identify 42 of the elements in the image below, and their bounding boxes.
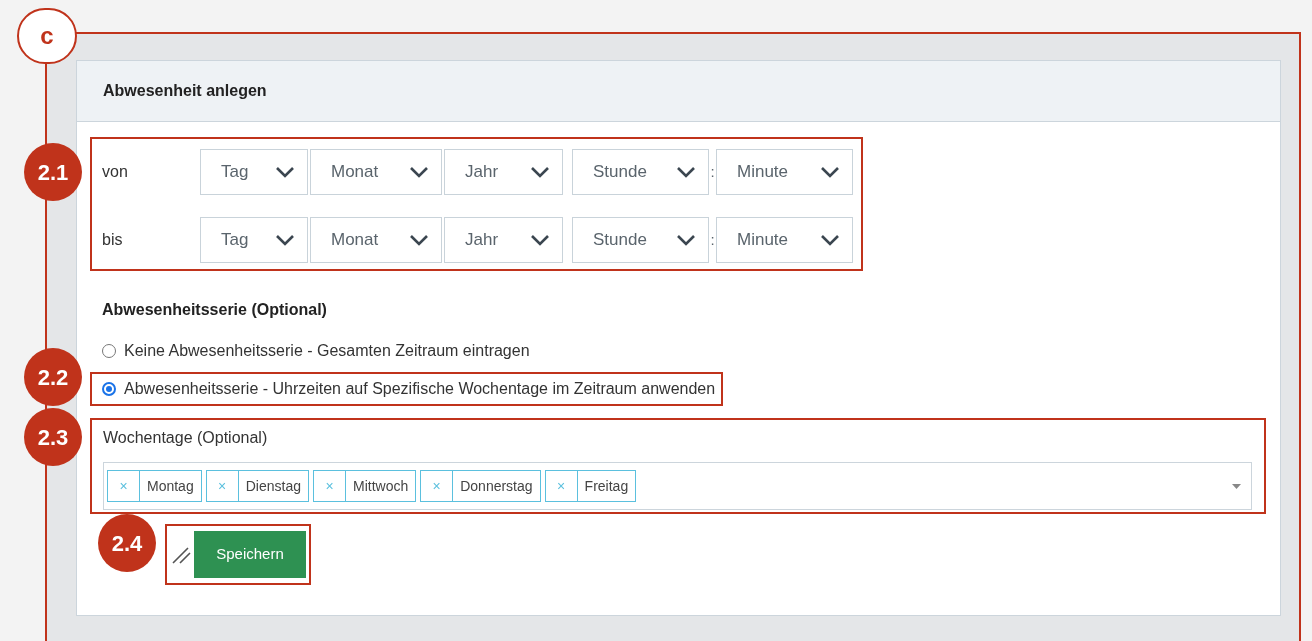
frame-label: c [17,8,77,64]
save-button[interactable]: Speichern [194,531,306,578]
chevron-down-icon [275,234,295,246]
radio-option[interactable]: Keine Abwesenheitsserie - Gesamten Zeitraum eintragen [90,334,538,368]
chevron-down-icon [676,234,696,246]
select-field[interactable]: Jahr [444,217,563,263]
select-field[interactable]: Tag [200,217,308,263]
select-field[interactable]: Minute [716,149,853,195]
tag-label: Mittwoch [351,476,410,496]
tag-label: Dienstag [244,476,302,496]
caret-icon [1232,483,1241,489]
select-field[interactable]: Minute [716,217,853,263]
select-field[interactable]: Stunde [572,149,709,195]
step-marker: 2.1 [24,143,82,201]
step-marker: 2.2 [24,348,82,406]
select-field[interactable]: Monat [310,149,442,195]
radio-option[interactable]: Abwesenheitsserie - Uhrzeiten auf Spezifische Wochentage im Zeitraum anwenden [90,372,724,406]
chevron-down-icon [676,166,696,178]
chevron-down-icon [820,166,840,178]
tag-label: Montag [146,476,195,496]
select-field[interactable]: Monat [310,217,442,263]
chevron-down-icon [275,166,295,178]
chevron-down-icon [409,234,429,246]
time-separator: : [709,229,716,250]
time-separator: : [709,161,716,182]
select-field[interactable]: Jahr [444,149,563,195]
field-label: Wochentage (Optional) [103,428,269,448]
tag-label: Freitag [583,476,630,496]
chevron-down-icon [409,166,429,178]
row-label: bis [101,230,124,250]
chevron-down-icon [820,234,840,246]
chevron-down-icon [530,234,550,246]
tag-label: Donnerstag [459,476,534,496]
card-title: Abwesenheit anlegen [103,81,267,101]
step-marker: 2.3 [24,408,82,466]
select-field[interactable]: Tag [200,149,308,195]
resize-handle-icon [171,545,191,564]
chevron-down-icon [530,166,550,178]
row-label: von [101,162,129,182]
select-field[interactable]: Stunde [572,217,709,263]
section-heading: Abwesenheitsserie (Optional) [102,300,328,320]
radio-button[interactable] [102,382,116,396]
